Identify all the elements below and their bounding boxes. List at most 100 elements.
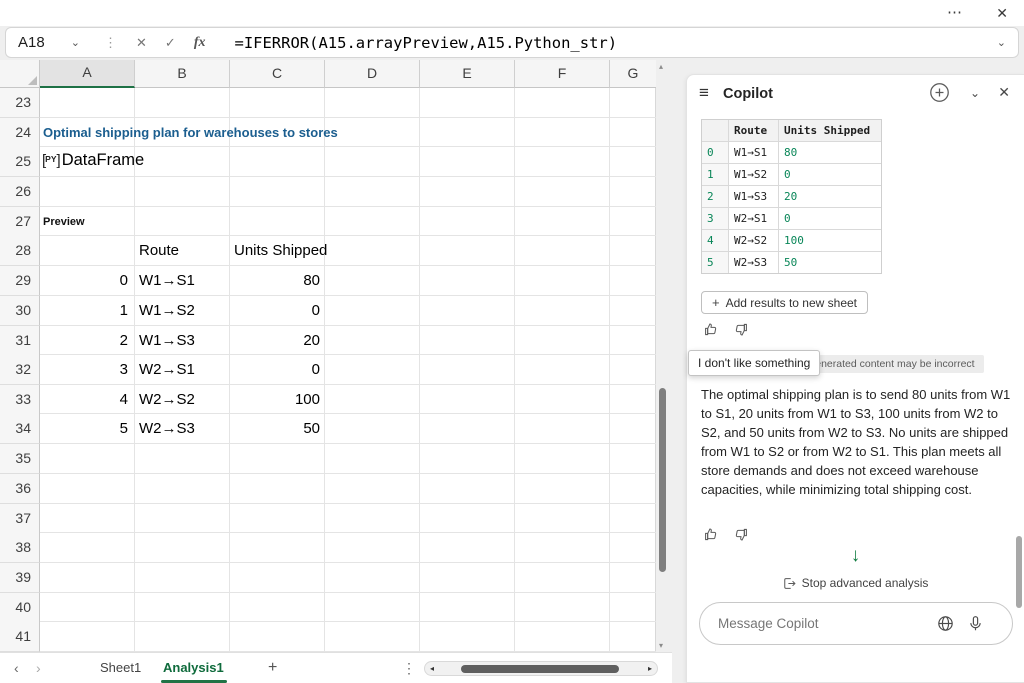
column-header-C[interactable]: C: [230, 60, 325, 88]
cell-c34-units[interactable]: 50: [230, 414, 323, 444]
horizontal-scrollbar[interactable]: ◂ ▸: [424, 661, 658, 676]
column-header-E[interactable]: E: [420, 60, 515, 88]
cell-b33-route[interactable]: W2→S2: [139, 385, 195, 415]
cell-b29-route[interactable]: W1→S1: [139, 266, 195, 296]
cell-a31-index[interactable]: 2: [40, 326, 132, 356]
table-row: 5 W2→S3 50: [702, 252, 881, 273]
table-row: 4 W2→S2 100: [702, 230, 881, 252]
cell-a25-dataframe[interactable]: [PY]DataFrame: [42, 145, 144, 175]
row-header-41[interactable]: 41: [0, 622, 40, 652]
column-header-A[interactable]: A: [40, 60, 135, 88]
insert-function-icon[interactable]: fx: [194, 35, 206, 51]
tabs-nav-right-icon[interactable]: ›: [36, 653, 41, 683]
cell-b34-route[interactable]: W2→S3: [139, 414, 195, 444]
scroll-left-icon[interactable]: ◂: [430, 662, 434, 675]
cell-c29-units[interactable]: 80: [230, 266, 323, 296]
row-header-40[interactable]: 40: [0, 593, 40, 623]
row-header-34[interactable]: 34: [0, 414, 40, 444]
thumbs-down-icon[interactable]: [733, 527, 748, 542]
tab-analysis1[interactable]: Analysis1: [163, 653, 224, 683]
grid-vertical-scrollbar-thumb[interactable]: [659, 388, 666, 572]
column-header-B[interactable]: B: [135, 60, 230, 88]
formula-bar-divider-icon: ⋮: [104, 35, 117, 51]
scroll-up-icon[interactable]: ▴: [659, 62, 663, 71]
add-sheet-icon[interactable]: +: [268, 653, 277, 683]
thumbs-down-icon[interactable]: [733, 322, 748, 337]
cell-a30-index[interactable]: 1: [40, 296, 132, 326]
row-header-25[interactable]: 25: [0, 147, 40, 177]
scroll-right-icon[interactable]: ▸: [648, 662, 652, 675]
row-header-24[interactable]: 24: [0, 118, 40, 148]
cancel-icon[interactable]: ✕: [136, 35, 147, 51]
row-header-26[interactable]: 26: [0, 177, 40, 207]
formula-input[interactable]: =IFERROR(A15.arrayPreview,A15.Python_str…: [234, 34, 996, 52]
row-header-38[interactable]: 38: [0, 533, 40, 563]
row-header-32[interactable]: 32: [0, 355, 40, 385]
formula-bar-expand-chevron-icon[interactable]: ⌄: [997, 36, 1006, 49]
confirm-icon[interactable]: ✓: [165, 35, 176, 51]
row-header-28[interactable]: 28: [0, 236, 40, 266]
thumbs-up-icon[interactable]: [704, 322, 719, 337]
row-header-31[interactable]: 31: [0, 326, 40, 356]
window-close-icon[interactable]: ✕: [996, 5, 1008, 22]
cell-a33-index[interactable]: 4: [40, 385, 132, 415]
thumbs-up-icon[interactable]: [704, 527, 719, 542]
table-cell-index: 3: [702, 208, 729, 229]
table-row: 0 W1→S1 80: [702, 142, 881, 164]
microphone-icon[interactable]: [967, 615, 984, 637]
name-box[interactable]: A18 ⌄: [6, 34, 102, 51]
cell-b28-route-header[interactable]: Route: [139, 236, 179, 266]
name-box-chevron-down-icon[interactable]: ⌄: [71, 36, 80, 49]
row-header-33[interactable]: 33: [0, 385, 40, 415]
cell-c30-units[interactable]: 0: [230, 296, 323, 326]
scroll-to-bottom-arrow-icon[interactable]: ↓: [687, 545, 1024, 567]
row-header-39[interactable]: 39: [0, 563, 40, 593]
spreadsheet-grid[interactable]: A B C D E F G 23 24 25 26 27 28 29 30 31…: [0, 60, 656, 652]
cell-c28-units-header[interactable]: Units Shipped: [234, 236, 327, 266]
cell-a24-title[interactable]: Optimal shipping plan for warehouses to …: [43, 118, 338, 148]
grid-vertical-scrollbar[interactable]: ▴ ▾: [656, 60, 671, 652]
tab-bar-more-icon[interactable]: ⋮: [402, 653, 416, 683]
cell-b32-route[interactable]: W2→S1: [139, 355, 195, 385]
table-cell-index: 2: [702, 186, 729, 207]
scroll-down-icon[interactable]: ▾: [659, 641, 663, 650]
row-header-23[interactable]: 23: [0, 88, 40, 118]
row-header-27[interactable]: 27: [0, 207, 40, 237]
column-header-F[interactable]: F: [515, 60, 610, 88]
copilot-close-icon[interactable]: ✕: [998, 84, 1010, 101]
row-header-36[interactable]: 36: [0, 474, 40, 504]
copilot-menu-icon[interactable]: ≡: [699, 83, 709, 103]
cell-a32-index[interactable]: 3: [40, 355, 132, 385]
copilot-new-chat-icon[interactable]: [929, 82, 950, 103]
cell-b30-route[interactable]: W1→S2: [139, 296, 195, 326]
select-all-corner[interactable]: [0, 60, 40, 88]
row-header-35[interactable]: 35: [0, 444, 40, 474]
message-input[interactable]: [718, 603, 928, 644]
copilot-collapse-chevron-icon[interactable]: ⌄: [970, 86, 980, 100]
table-header-index: [702, 120, 729, 141]
cell-c32-units[interactable]: 0: [230, 355, 323, 385]
row-header-29[interactable]: 29: [0, 266, 40, 296]
formula-bar: A18 ⌄ ⋮ ✕ ✓ fx =IFERROR(A15.arrayPreview…: [5, 27, 1019, 58]
horizontal-scrollbar-thumb[interactable]: [461, 665, 619, 673]
row-header-37[interactable]: 37: [0, 504, 40, 534]
column-header-D[interactable]: D: [325, 60, 420, 88]
cell-a27-preview[interactable]: Preview: [43, 207, 85, 237]
dislike-tooltip: I don't like something: [688, 350, 820, 376]
stop-analysis-label: Stop advanced analysis: [802, 576, 929, 590]
window-vertical-scrollbar-thumb[interactable]: [1016, 536, 1022, 608]
row-header-30[interactable]: 30: [0, 296, 40, 326]
cell-b31-route[interactable]: W1→S3: [139, 326, 195, 356]
tabs-nav-left-icon[interactable]: ‹: [14, 653, 19, 683]
column-header-G[interactable]: G: [610, 60, 656, 88]
cell-a34-index[interactable]: 5: [40, 414, 132, 444]
copilot-response-text: The optimal shipping plan is to send 80 …: [701, 385, 1014, 499]
cell-c31-units[interactable]: 20: [230, 326, 323, 356]
globe-icon[interactable]: [937, 615, 954, 637]
tab-sheet1[interactable]: Sheet1: [100, 653, 141, 683]
cell-a29-index[interactable]: 0: [40, 266, 132, 296]
window-more-icon[interactable]: ⋯: [947, 3, 962, 21]
add-results-button[interactable]: + Add results to new sheet: [701, 291, 868, 314]
cell-c33-units[interactable]: 100: [230, 385, 323, 415]
stop-advanced-analysis-button[interactable]: Stop advanced analysis: [687, 576, 1024, 590]
